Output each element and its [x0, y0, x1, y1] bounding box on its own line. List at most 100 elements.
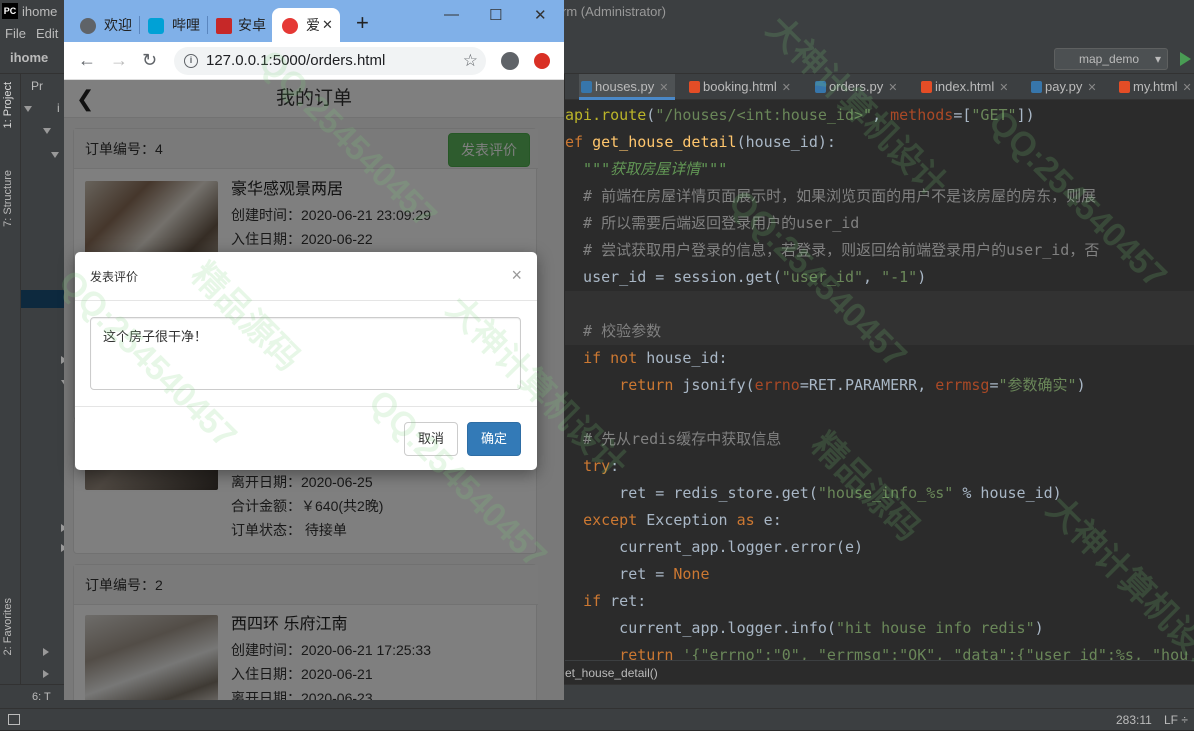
- address-bar[interactable]: i 127.0.0.1:5000/orders.html ☆: [174, 47, 486, 75]
- profile-avatar-icon[interactable]: [501, 52, 519, 70]
- modal-header: 发表评价 ×: [75, 252, 537, 301]
- editor-tab-index[interactable]: index.html ✕: [919, 74, 1015, 100]
- close-tab-icon[interactable]: ✕: [322, 8, 333, 42]
- run-config-select[interactable]: map_demo: [1054, 48, 1168, 70]
- close-icon[interactable]: ×: [511, 266, 522, 284]
- code-line[interactable]: except Exception as e:: [565, 507, 782, 534]
- tree-root[interactable]: i: [57, 101, 60, 115]
- browser-tab-bilibili[interactable]: 哔哩: [142, 8, 206, 42]
- tree-collapse-icon[interactable]: [43, 670, 49, 678]
- code-line[interactable]: # 所以需要后端返回登录用户的user_id: [565, 210, 859, 237]
- editor-tab-pay[interactable]: pay.py ✕: [1029, 74, 1103, 100]
- confirm-button[interactable]: 确定: [467, 422, 521, 456]
- browser-tab-welcome[interactable]: 欢迎: [74, 8, 138, 42]
- code-line[interactable]: # 校验参数: [565, 318, 661, 345]
- android-site-icon: [216, 18, 232, 34]
- modal-footer-divider: [75, 406, 537, 407]
- tree-expand-icon[interactable]: [43, 128, 51, 134]
- maximize-icon[interactable]: ☐: [489, 6, 502, 24]
- layout-icon[interactable]: [8, 714, 20, 725]
- html-file-icon: [921, 81, 932, 93]
- tab-separator: [139, 16, 140, 34]
- html-file-icon: [689, 81, 700, 93]
- close-icon[interactable]: ✕: [782, 82, 791, 94]
- python-file-icon: [581, 81, 592, 93]
- code-line[interactable]: """获取房屋详情""": [565, 156, 727, 183]
- ide-title-right: rm (Administrator): [562, 4, 667, 19]
- code-line[interactable]: user_id = session.get("user_id", "-1"): [565, 264, 926, 291]
- editor-tab-houses[interactable]: houses.py ✕: [579, 74, 675, 100]
- close-icon[interactable]: ✕: [888, 82, 897, 94]
- line-ending[interactable]: LF ÷: [1164, 709, 1188, 731]
- info-icon[interactable]: i: [184, 54, 198, 68]
- tree-collapse-icon[interactable]: [43, 648, 49, 656]
- tree-expand-icon[interactable]: [24, 106, 32, 112]
- back-icon[interactable]: ←: [78, 51, 96, 69]
- reload-icon[interactable]: ↻: [142, 51, 157, 69]
- caret-position[interactable]: 283:11: [1116, 709, 1152, 731]
- close-icon[interactable]: ✕: [1183, 82, 1192, 94]
- code-line[interactable]: return '{"errno":"0", "errmsg":"OK", "da…: [565, 642, 1188, 660]
- code-line[interactable]: return jsonify(errno=RET.PARAMERR, errms…: [565, 372, 1085, 399]
- browser-tab-strip: 欢迎 哔哩 安卓 爱 ✕ + — ☐ ✕: [64, 0, 564, 42]
- pycharm-logo-icon: PC: [2, 3, 18, 19]
- code-line[interactable]: # 先从redis缓存中获取信息: [565, 426, 781, 453]
- editor-tab-booking[interactable]: booking.html ✕: [687, 74, 797, 100]
- code-line[interactable]: if ret:: [565, 588, 646, 615]
- browser-tab-orders[interactable]: 爱 ✕: [272, 8, 340, 42]
- code-line[interactable]: try:: [565, 453, 619, 480]
- code-highlight-band: [565, 291, 1194, 318]
- html-file-icon: [1119, 81, 1130, 93]
- browser-toolbar: ← → ↻ i 127.0.0.1:5000/orders.html ☆: [64, 42, 564, 80]
- code-line[interactable]: if not house_id:: [565, 345, 728, 372]
- review-textarea[interactable]: 这个房子很干净！: [90, 317, 521, 390]
- modal-title: 发表评价: [90, 270, 139, 284]
- bookmark-star-icon[interactable]: ☆: [463, 47, 478, 75]
- code-editor[interactable]: api.route("/houses/<int:house_id>", meth…: [565, 100, 1194, 660]
- code-line[interactable]: # 尝试获取用户登录的信息，若登录，则返回给前端登录用户的user_id，否: [565, 237, 1099, 264]
- bilibili-icon: [148, 18, 164, 34]
- python-file-icon: [815, 81, 826, 93]
- tool-tab-favorites[interactable]: 2: Favorites: [2, 598, 14, 655]
- tool-tab-structure[interactable]: 7: Structure: [2, 170, 14, 227]
- project-tree: Pr i: [21, 74, 69, 710]
- extension-icon[interactable]: [534, 53, 550, 69]
- close-icon[interactable]: ✕: [659, 82, 668, 94]
- code-line[interactable]: current_app.logger.error(e): [565, 534, 863, 561]
- ide-tool-strip: 1: Project 7: Structure 2: Favorites: [0, 74, 21, 710]
- tree-expand-icon[interactable]: [51, 152, 59, 158]
- cancel-button[interactable]: 取消: [404, 422, 458, 456]
- browser-tab-android[interactable]: 安卓: [210, 8, 272, 42]
- globe-icon: [80, 18, 96, 34]
- window-close-icon[interactable]: ✕: [534, 6, 547, 24]
- code-line[interactable]: # 前端在房屋详情页面展示时，如果浏览页面的用户不是该房屋的房东，则展: [565, 183, 1096, 210]
- editor-tab-orders[interactable]: orders.py ✕: [813, 74, 903, 100]
- editor-tabs: houses.py ✕ booking.html ✕ orders.py ✕ inde…: [565, 74, 1194, 100]
- ide-status-bar: 283:11 LF ÷: [0, 708, 1194, 730]
- code-line[interactable]: ef get_house_detail(house_id):: [565, 129, 836, 156]
- python-file-icon: [1031, 81, 1042, 93]
- home-site-icon: [282, 18, 298, 34]
- code-line[interactable]: ret = None: [565, 561, 709, 588]
- code-line[interactable]: api.route("/houses/<int:house_id>", meth…: [565, 102, 1035, 129]
- code-line[interactable]: current_app.logger.info("hit house info …: [565, 615, 1043, 642]
- ide-title-left: ihome: [22, 4, 58, 19]
- new-tab-icon[interactable]: +: [356, 12, 369, 34]
- code-line[interactable]: ret = redis_store.get("house_info_%s" % …: [565, 480, 1062, 507]
- close-icon[interactable]: ✕: [1087, 82, 1096, 94]
- minimize-icon[interactable]: —: [444, 6, 459, 23]
- bottom-tab-todo[interactable]: 6: T: [32, 685, 51, 709]
- project-name[interactable]: ihome: [10, 50, 48, 65]
- code-breadcrumb[interactable]: et_house_detail(): [565, 660, 1194, 684]
- run-icon[interactable]: [1180, 52, 1191, 66]
- menu-edit[interactable]: Edit: [36, 24, 58, 44]
- menu-file[interactable]: File: [5, 24, 26, 44]
- tree-header[interactable]: Pr: [31, 79, 43, 93]
- tree-selected-row[interactable]: [21, 290, 65, 308]
- tool-tab-project[interactable]: 1: Project: [2, 82, 14, 128]
- tab-separator: [207, 16, 208, 34]
- review-modal: 发表评价 × 这个房子很干净！ 取消 确定: [75, 252, 537, 470]
- editor-tab-my[interactable]: my.html ✕: [1117, 74, 1192, 100]
- close-icon[interactable]: ✕: [999, 82, 1008, 94]
- forward-icon[interactable]: →: [110, 51, 128, 69]
